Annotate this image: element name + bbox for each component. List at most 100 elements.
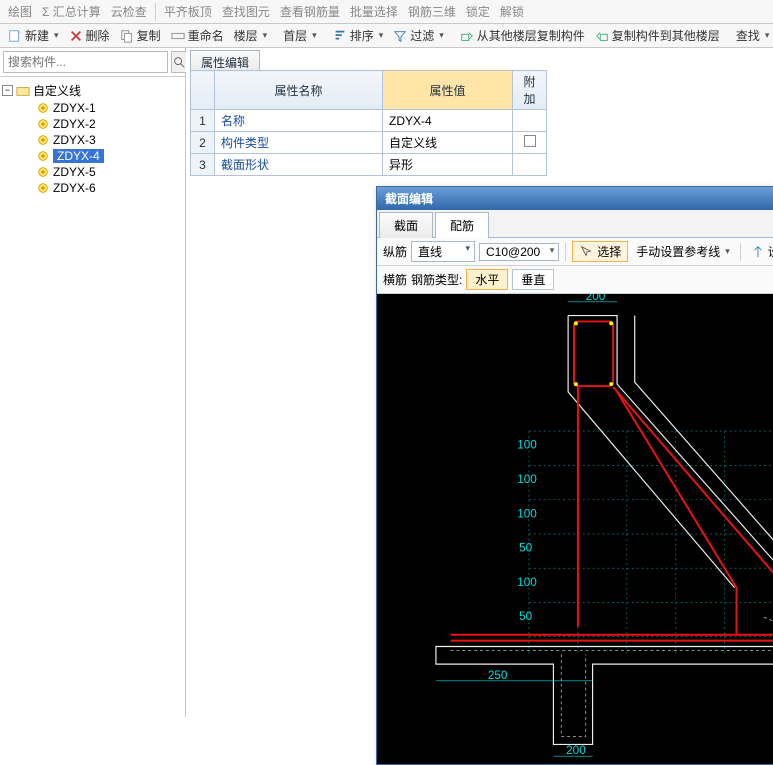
label-transverse: 横筋: [383, 271, 407, 288]
tree-item[interactable]: ZDYX-3: [36, 132, 183, 148]
tb1-item[interactable]: Σ 汇总计算: [38, 1, 105, 22]
section-canvas[interactable]: 100 100 100 50 100 50: [377, 294, 773, 764]
copyto-button[interactable]: 复制构件到其他楼层: [591, 25, 724, 46]
tb1-item[interactable]: 查看钢筋量: [276, 1, 344, 22]
svg-text:100: 100: [517, 507, 537, 520]
delete-button[interactable]: 删除: [65, 25, 114, 46]
prop-name: 构件类型: [215, 132, 383, 154]
top-toolbar-1: 绘图 Σ 汇总计算 云检查 平齐板顶 查找图元 查看钢筋量 批量选择 钢筋三维 …: [0, 0, 773, 24]
sort-button[interactable]: 排序: [329, 25, 388, 46]
checkbox[interactable]: [524, 135, 536, 147]
svg-text:50: 50: [519, 610, 533, 623]
top-toolbar-2: 新建 删除 复制 重命名 楼层 首层 排序 过滤 从其他楼层复制构件 复制构件到…: [0, 24, 773, 48]
tb1-item[interactable]: 锁定: [462, 1, 494, 22]
left-panel: − 自定义线 ZDYX-1 ZDYX-2ZDYX-3ZDYX-4ZDYX-5ZDY…: [0, 48, 186, 717]
col-value: 属性值: [383, 71, 513, 110]
svg-text:100: 100: [517, 576, 537, 589]
dialog-tabs: 截面 配筋: [377, 210, 773, 238]
new-button[interactable]: 新建: [4, 25, 63, 46]
tree-item[interactable]: ZDYX-1: [36, 100, 183, 116]
manual-refline-button[interactable]: 手动设置参考线: [632, 241, 734, 262]
separator: [565, 243, 566, 261]
toggle-vertical[interactable]: 垂直: [512, 269, 554, 290]
svg-text:100: 100: [517, 473, 537, 486]
tree-item[interactable]: ZDYX-2: [36, 116, 183, 132]
svg-text:100: 100: [517, 439, 537, 452]
col-rownum: [191, 71, 215, 110]
tree-item[interactable]: ZDYX-6: [36, 180, 183, 196]
search-button[interactable]: [171, 51, 187, 73]
right-panel: 属性编辑 属性名称 属性值 附加 1名称ZDYX-42构件类型自定义线3截面形状…: [186, 48, 773, 717]
tree-root[interactable]: − 自定义线: [2, 81, 183, 100]
firstfloor-combo[interactable]: 首层: [279, 25, 321, 46]
row-num: 1: [191, 110, 215, 132]
node-icon: [36, 165, 50, 179]
search-row: [0, 48, 185, 77]
col-name: 属性名称: [215, 71, 383, 110]
tb1-item[interactable]: 绘图: [4, 1, 36, 22]
table-row[interactable]: 3截面形状异形: [191, 154, 547, 176]
svg-text:50: 50: [519, 542, 533, 555]
table-row[interactable]: 1名称ZDYX-4: [191, 110, 547, 132]
separator: [155, 3, 156, 21]
tb1-item[interactable]: 查找图元: [218, 1, 274, 22]
floor-button[interactable]: 楼层: [230, 25, 272, 46]
tb1-item[interactable]: 云检查: [107, 1, 151, 22]
component-tree[interactable]: − 自定义线 ZDYX-1 ZDYX-2ZDYX-3ZDYX-4ZDYX-5ZDY…: [0, 77, 185, 200]
tab-section[interactable]: 截面: [379, 212, 433, 238]
tree-item-label: ZDYX-6: [53, 181, 96, 195]
toggle-horizontal[interactable]: 水平: [466, 269, 508, 290]
dialog-title[interactable]: 截面编辑: [377, 187, 773, 210]
tree-item-label: ZDYX-1: [53, 101, 96, 115]
node-icon: [36, 101, 50, 115]
set-elevation-button[interactable]: 设置标高: [747, 241, 773, 262]
svg-text:200: 200: [586, 294, 606, 303]
prop-name: 截面形状: [215, 154, 383, 176]
folder-icon: [16, 84, 30, 98]
tb1-item[interactable]: 钢筋三维: [404, 1, 460, 22]
property-table: 属性名称 属性值 附加 1名称ZDYX-42构件类型自定义线3截面形状异形: [190, 70, 547, 176]
svg-text:200: 200: [566, 744, 586, 757]
prop-name: 名称: [215, 110, 383, 132]
dialog-toolbar-2: 横筋 钢筋类型: 水平 垂直: [377, 266, 773, 294]
tb1-item[interactable]: 解锁: [496, 1, 528, 22]
tab-rebar[interactable]: 配筋: [435, 212, 489, 238]
tree-item-label: ZDYX-4: [53, 149, 104, 163]
find-button[interactable]: 查找: [732, 25, 773, 46]
row-num: 2: [191, 132, 215, 154]
tree-item[interactable]: ZDYX-5: [36, 164, 183, 180]
collapse-icon[interactable]: −: [2, 85, 13, 96]
tb1-item[interactable]: 批量选择: [346, 1, 402, 22]
rebar-spec-combo[interactable]: C10@200: [479, 243, 559, 261]
label-rebartype: 钢筋类型:: [411, 271, 462, 288]
select-button[interactable]: 选择: [572, 241, 628, 262]
prop-extra[interactable]: [513, 110, 547, 132]
copy-button[interactable]: 复制: [116, 25, 165, 46]
tree-item-label: ZDYX-2: [53, 117, 96, 131]
row-num: 3: [191, 154, 215, 176]
section-editor-dialog: 截面编辑 截面 配筋 纵筋 直线 C10@200 选择 手动设置参考线 设置标高…: [376, 186, 773, 765]
filter-button[interactable]: 过滤: [389, 25, 448, 46]
col-extra: 附加: [513, 71, 547, 110]
line-type-combo[interactable]: 直线: [411, 241, 475, 262]
node-icon: [36, 149, 50, 163]
prop-extra[interactable]: [513, 132, 547, 154]
rename-button[interactable]: 重命名: [167, 25, 228, 46]
prop-extra[interactable]: [513, 154, 547, 176]
prop-value[interactable]: 自定义线: [383, 132, 513, 154]
node-icon: [36, 181, 50, 195]
prop-value[interactable]: 异形: [383, 154, 513, 176]
prop-value[interactable]: ZDYX-4: [383, 110, 513, 132]
tb1-item[interactable]: 平齐板顶: [160, 1, 216, 22]
table-row[interactable]: 2构件类型自定义线: [191, 132, 547, 154]
copyfrom-button[interactable]: 从其他楼层复制构件: [456, 25, 589, 46]
cursor-icon: [579, 245, 593, 259]
tree-root-label: 自定义线: [33, 82, 81, 99]
separator: [740, 243, 741, 261]
dialog-toolbar-1: 纵筋 直线 C10@200 选择 手动设置参考线 设置标高 显示标注 删除: [377, 238, 773, 266]
tree-item[interactable]: ZDYX-4: [36, 148, 183, 164]
label-longitudinal: 纵筋: [383, 243, 407, 260]
svg-text:250: 250: [488, 669, 508, 682]
node-icon: [36, 117, 50, 131]
search-input[interactable]: [3, 51, 168, 73]
